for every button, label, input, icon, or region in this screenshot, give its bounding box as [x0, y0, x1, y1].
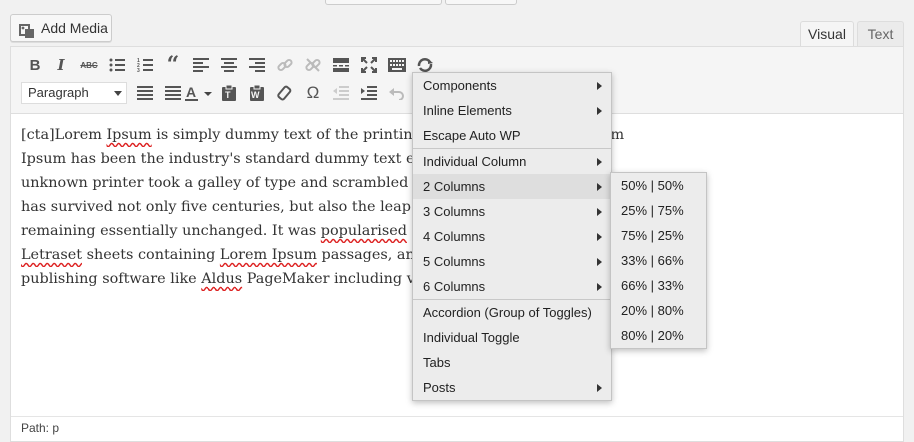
svg-text:3: 3: [137, 68, 140, 72]
columns-submenu: 50% | 50% 25% | 75% 75% | 25% 33% | 66% 66% …: [610, 172, 707, 349]
chevron-right-icon: [597, 158, 602, 166]
menu-item-label: 4 Columns: [423, 229, 486, 244]
paste-as-text-icon[interactable]: T: [217, 82, 241, 104]
italic-icon[interactable]: I: [49, 54, 73, 76]
submenu-item-66-33[interactable]: 66% | 33%: [611, 273, 706, 298]
special-character-icon[interactable]: Ω: [301, 82, 325, 104]
menu-item-5-columns[interactable]: 5 Columns: [413, 249, 611, 274]
indent-icon[interactable]: [357, 82, 381, 104]
fullscreen-icon[interactable]: [357, 54, 381, 76]
menu-item-accordion-group-of-toggles[interactable]: Accordion (Group of Toggles): [413, 300, 611, 325]
misspelled-word: Ipsum: [106, 127, 152, 143]
chevron-right-icon: [597, 258, 602, 266]
align-right-icon[interactable]: [245, 54, 269, 76]
menu-item-label: 2 Columns: [423, 179, 486, 194]
chevron-down-icon: [114, 91, 122, 96]
unlink-icon[interactable]: [301, 54, 325, 76]
text-run: [cta]Lorem: [21, 127, 107, 143]
bullet-list-icon[interactable]: [105, 54, 129, 76]
menu-item-inline-elements[interactable]: Inline Elements: [413, 98, 611, 123]
media-icon: [19, 21, 35, 38]
menu-item-posts[interactable]: Posts: [413, 375, 611, 400]
misspelled-word: Aldus: [201, 271, 243, 287]
chevron-right-icon: [597, 183, 602, 191]
text-run: PageMaker including ve: [242, 271, 424, 287]
menu-item-individual-toggle[interactable]: Individual Toggle: [413, 325, 611, 350]
submenu-item-50-50[interactable]: 50% | 50%: [611, 173, 706, 198]
menu-item-label: Individual Toggle: [423, 330, 520, 345]
text-run: Ipsum has been the industry's standard d…: [21, 151, 432, 167]
menu-item-label: Tabs: [423, 355, 451, 370]
menu-item-label: 5 Columns: [423, 254, 486, 269]
submenu-item-75-25[interactable]: 75% | 25%: [611, 223, 706, 248]
numbered-list-icon[interactable]: 123: [133, 54, 157, 76]
add-media-label: Add Media: [41, 20, 108, 36]
menu-item-label: Individual Column: [423, 154, 527, 169]
chevron-right-icon: [597, 208, 602, 216]
chevron-right-icon: [597, 384, 602, 392]
chevron-right-icon: [597, 283, 602, 291]
chevron-right-icon: [597, 233, 602, 241]
outdent-icon[interactable]: [329, 82, 353, 104]
toolbar-toggle-icon[interactable]: [385, 54, 409, 76]
align-left-icon[interactable]: [189, 54, 213, 76]
text-run: sheets containing: [82, 247, 220, 263]
top-button-stub: [445, 0, 517, 5]
shortcodes-menu: Components Inline Elements Escape Auto WP I…: [412, 72, 612, 401]
text-run: is simply dummy text of the printing: [151, 127, 422, 143]
menu-item-6-columns[interactable]: 6 Columns: [413, 274, 611, 299]
align-center-icon[interactable]: [217, 54, 241, 76]
strikethrough-icon[interactable]: ABC: [77, 54, 101, 76]
svg-text:A: A: [186, 85, 196, 100]
menu-item-escape-auto-wp[interactable]: Escape Auto WP: [413, 123, 611, 148]
menu-item-label: 6 Columns: [423, 279, 486, 294]
menu-item-label: Inline Elements: [423, 103, 512, 118]
add-media-button[interactable]: Add Media: [10, 14, 112, 42]
menu-item-tabs[interactable]: Tabs: [413, 350, 611, 375]
text-run: passages, and: [316, 247, 424, 263]
text-run: has survived not only five centuries, bu…: [21, 199, 430, 215]
read-more-icon[interactable]: [329, 54, 353, 76]
menu-item-4-columns[interactable]: 4 Columns: [413, 224, 611, 249]
text-run: publishing software like: [21, 271, 202, 287]
element-path: Path: p: [21, 421, 60, 435]
tab-text[interactable]: Text: [857, 21, 904, 47]
menu-item-label: Posts: [423, 380, 456, 395]
format-select[interactable]: Paragraph: [21, 82, 127, 104]
submenu-item-25-75[interactable]: 25% | 75%: [611, 198, 706, 223]
submenu-item-80-20[interactable]: 80% | 20%: [611, 323, 706, 348]
menu-item-individual-column[interactable]: Individual Column: [413, 149, 611, 174]
menu-item-2-columns[interactable]: 2 Columns: [413, 174, 611, 199]
menu-item-label: 3 Columns: [423, 204, 486, 219]
menu-item-components[interactable]: Components: [413, 73, 611, 98]
misspelled-word: Letraset: [21, 247, 82, 263]
chevron-right-icon: [597, 107, 602, 115]
misspelled-word: popularised: [320, 223, 407, 239]
status-bar: Path: p: [11, 416, 903, 441]
bold-icon[interactable]: B: [23, 54, 47, 76]
text-color-icon[interactable]: A: [183, 82, 215, 104]
tab-visual[interactable]: Visual: [800, 21, 854, 47]
svg-text:W: W: [251, 90, 260, 100]
submenu-item-33-66[interactable]: 33% | 66%: [611, 248, 706, 273]
text-run: remaining essentially unchanged. It was: [21, 223, 321, 239]
format-select-value: Paragraph: [28, 85, 89, 100]
chevron-right-icon: [597, 82, 602, 90]
insert-link-icon[interactable]: [273, 54, 297, 76]
blockquote-icon[interactable]: “: [161, 52, 185, 78]
paste-from-word-icon[interactable]: W: [245, 82, 269, 104]
top-button-stub: [325, 0, 442, 5]
underline-icon[interactable]: [133, 82, 157, 104]
clear-formatting-icon[interactable]: [273, 82, 297, 104]
menu-item-label: Accordion (Group of Toggles): [423, 305, 592, 320]
submenu-item-20-80[interactable]: 20% | 80%: [611, 298, 706, 323]
text-run: unknown printer took a galley of type an…: [21, 175, 424, 191]
menu-item-label: Components: [423, 78, 497, 93]
undo-icon[interactable]: [385, 82, 409, 104]
menu-item-label: Escape Auto WP: [423, 128, 521, 143]
justify-icon[interactable]: [161, 82, 185, 104]
svg-text:T: T: [225, 90, 231, 100]
misspelled-word: Lorem Ipsum: [219, 247, 317, 263]
menu-item-3-columns[interactable]: 3 Columns: [413, 199, 611, 224]
